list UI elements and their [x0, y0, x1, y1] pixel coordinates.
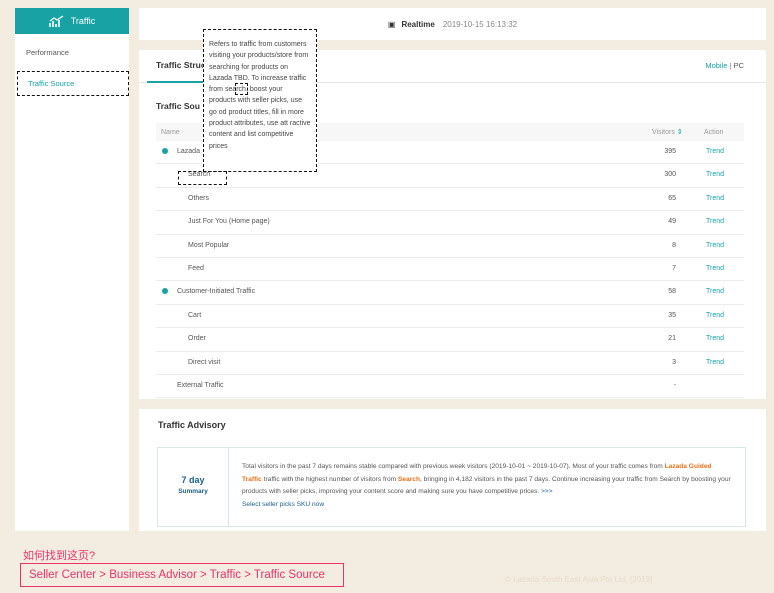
realtime-label: Realtime — [401, 19, 435, 29]
header-action: Action — [704, 128, 724, 136]
trend-link[interactable]: Trend — [706, 171, 724, 178]
advisory-summary-label: Summary — [178, 488, 208, 495]
chart-icon — [48, 15, 64, 27]
advisory-text: Total visitors in the past 7 days remain… — [242, 463, 731, 508]
row-name: Most Popular — [188, 241, 230, 249]
copyright: © Lazada South East Asia Pte Ltd. [2019] — [505, 575, 653, 584]
row-visitors: 35 — [668, 311, 676, 319]
sidebar-item-performance[interactable]: Performance — [15, 40, 129, 65]
table-row: Most Popular 8 Trend — [156, 235, 744, 258]
mobile-toggle[interactable]: Mobile — [705, 61, 727, 70]
expand-dot-icon[interactable] — [162, 288, 168, 295]
header-visitors[interactable]: Visitors ⇕ — [652, 128, 683, 136]
sidebar-item-traffic-source[interactable]: Traffic Source — [17, 71, 129, 96]
row-visitors: 8 — [672, 241, 676, 249]
row-name: Customer-Initiated Traffic — [177, 288, 256, 296]
trend-link[interactable]: Trend — [706, 148, 724, 155]
device-separator: | — [729, 61, 732, 70]
table-row: Cart 35 Trend — [156, 305, 744, 329]
trend-link[interactable]: Trend — [706, 312, 724, 319]
timestamp: 2019-10-15 16:13:32 — [442, 19, 518, 29]
highlight-search: Search — [398, 475, 420, 483]
traffic-advisory-panel: Traffic Advisory 7 day Summary Total vis… — [139, 409, 766, 531]
table-row: Feed 7 Trend — [156, 258, 744, 282]
how-to-find-label: 如何找到这页? — [23, 550, 96, 562]
calendar-icon: ▣ — [387, 19, 396, 29]
table-row: Customer-Initiated Traffic 58 Trend — [156, 281, 744, 305]
row-name: Order — [188, 335, 206, 343]
trend-link[interactable]: Trend — [706, 195, 724, 202]
advisory-period: 7 day Summary — [158, 448, 229, 526]
trend-link[interactable]: Trend — [706, 359, 724, 366]
row-visitors: - — [673, 381, 676, 389]
sort-icon[interactable]: ⇕ — [677, 129, 683, 136]
table-row: Direct visit 3 Trend — [156, 352, 744, 375]
row-visitors: 395 — [664, 148, 676, 155]
advisory-days: 7 day — [181, 475, 205, 485]
navigation-path: Seller Center > Business Advisor > Traff… — [20, 563, 344, 587]
trend-link[interactable]: Trend — [706, 265, 724, 272]
select-seller-picks-link[interactable]: Select seller picks SKU now — [242, 501, 324, 508]
row-name: Just For You (Home page) — [188, 218, 270, 226]
row-name: Lazada — [177, 148, 200, 155]
row-visitors: 3 — [672, 358, 676, 366]
row-name: Direct visit — [188, 358, 221, 366]
sidebar-logo[interactable]: Traffic — [15, 8, 129, 34]
row-visitors: 58 — [668, 288, 676, 296]
table-row: Others 65 Trend — [156, 188, 744, 212]
annotation-box-search — [178, 171, 227, 185]
row-name: External Traffic — [177, 381, 224, 389]
pc-toggle[interactable]: PC — [734, 61, 744, 70]
tab-traffic-structure[interactable]: Traffic Struc — [156, 60, 206, 70]
row-visitors: 300 — [664, 171, 676, 179]
advisory-box: 7 day Summary Total visitors in the past… — [157, 447, 746, 527]
trend-link[interactable]: Trend — [706, 335, 724, 342]
row-visitors: 21 — [668, 335, 676, 343]
trend-link[interactable]: Trend — [706, 288, 724, 295]
sidebar-item-label: Performance — [26, 48, 69, 57]
device-switch: Mobile | PC — [705, 61, 744, 70]
trend-link[interactable]: Trend — [706, 242, 724, 249]
row-name: Feed — [188, 264, 204, 272]
tooltip: Refers to traffic from customers visitin… — [203, 29, 317, 172]
annotation-box-tbd — [235, 83, 248, 95]
table-row: Order 21 Trend — [156, 328, 744, 352]
row-visitors: 49 — [668, 218, 676, 226]
row-name: Cart — [188, 311, 202, 319]
row-name: Others — [188, 194, 210, 202]
expand-dot-icon[interactable] — [162, 148, 168, 154]
section-title: Traffic Sou — [156, 101, 200, 111]
sidebar-logo-label: Traffic — [70, 16, 96, 26]
advisory-arrows[interactable]: >>> — [541, 488, 553, 495]
table-row: External Traffic - — [156, 375, 744, 399]
table-row: Just For You (Home page) 49 Trend — [156, 211, 744, 235]
row-visitors: 7 — [672, 264, 676, 272]
sidebar: Traffic Performance Traffic Source — [15, 8, 129, 531]
header-name: Name — [161, 128, 180, 136]
trend-link[interactable]: Trend — [706, 218, 724, 225]
advisory-title: Traffic Advisory — [158, 420, 226, 430]
tab-underline — [147, 81, 207, 83]
row-visitors: 65 — [668, 194, 676, 202]
sidebar-item-label: Traffic Source — [28, 79, 75, 88]
